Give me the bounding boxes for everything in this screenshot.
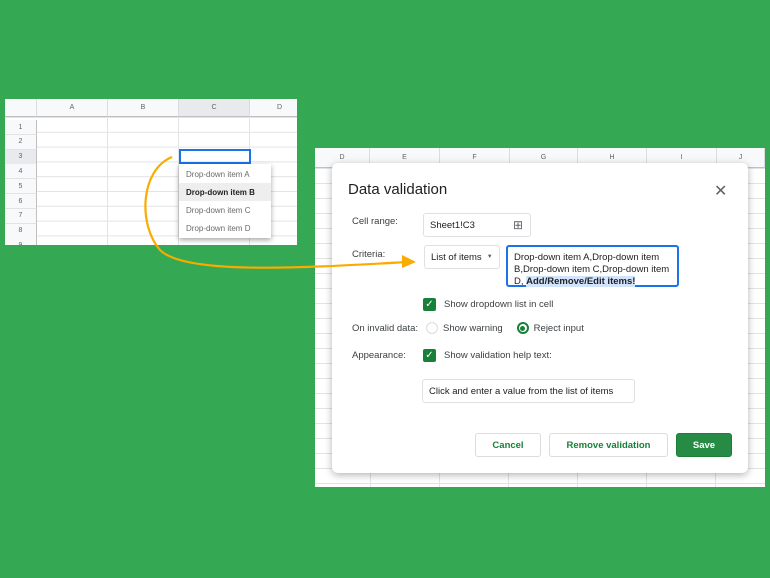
arrow-head-icon (402, 255, 416, 268)
arrow-annotation (144, 155, 416, 269)
arrow-line (144, 155, 409, 269)
